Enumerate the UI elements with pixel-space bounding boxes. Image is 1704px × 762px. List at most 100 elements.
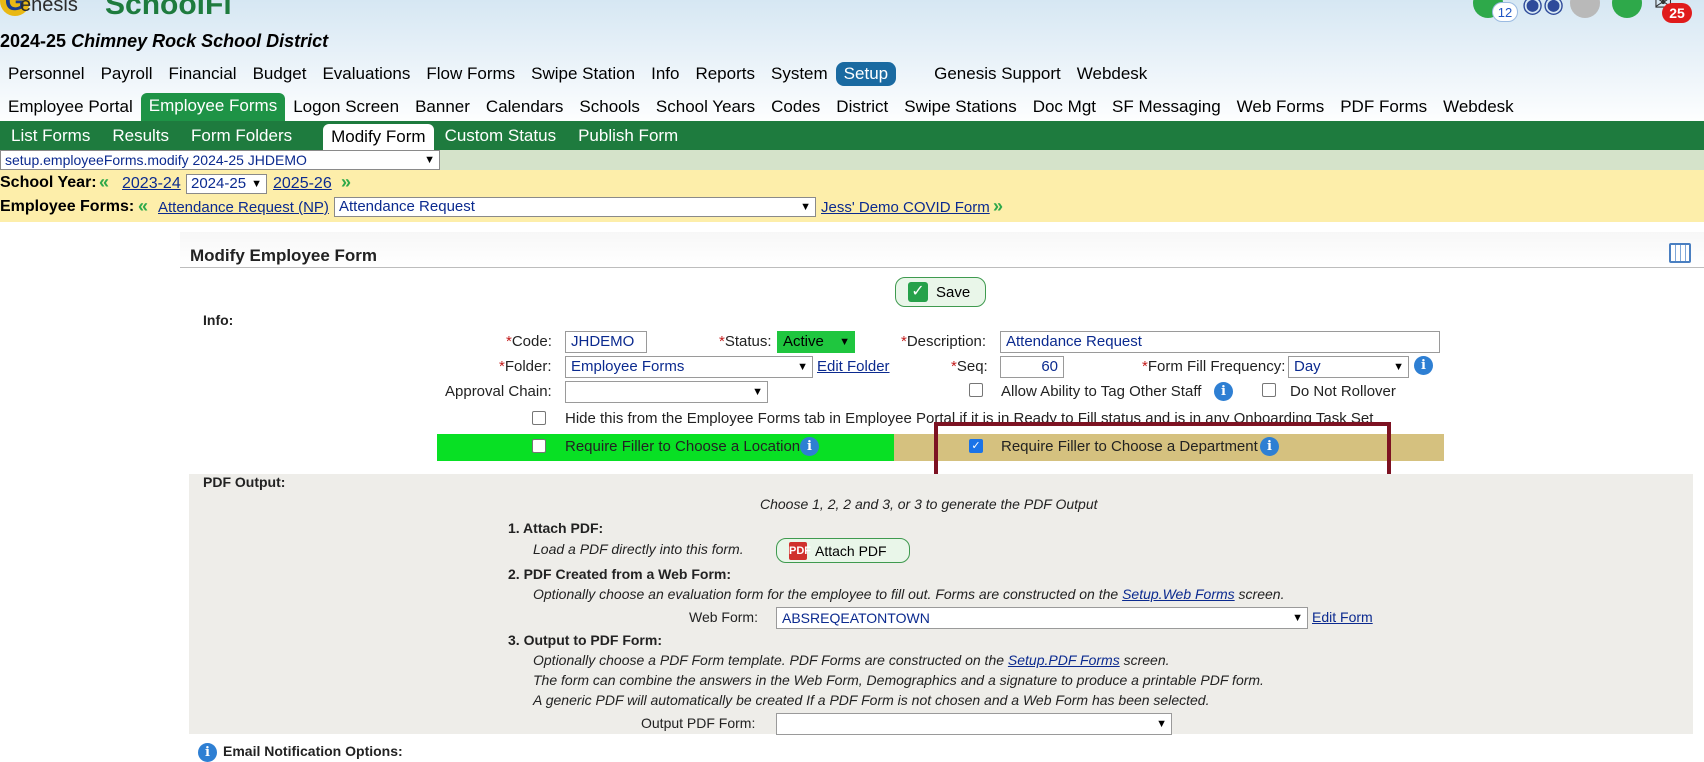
edit-form-link[interactable]: Edit Form — [1312, 609, 1373, 625]
pdf-output-intro: Choose 1, 2, 2 and 3, or 3 to generate t… — [760, 496, 1098, 512]
next-form-link[interactable]: Jess' Demo COVID Form — [821, 199, 990, 216]
product-logo-text: SchoolFi — [105, 0, 232, 21]
menu-reports[interactable]: Reports — [687, 61, 763, 87]
submenu-school-years[interactable]: School Years — [648, 94, 763, 120]
web-form-desc: Optionally choose an evaluation form for… — [533, 586, 1284, 602]
menu-flow-forms[interactable]: Flow Forms — [418, 61, 523, 87]
district-title: 2024-25 Chimney Rock School District — [0, 31, 328, 52]
web-form-title: 2. PDF Created from a Web Form: — [508, 566, 732, 582]
tab-form-folders[interactable]: Form Folders — [180, 124, 303, 148]
menu-budget[interactable]: Budget — [245, 61, 315, 87]
employee-form-value: Attendance Request — [339, 198, 475, 215]
menu-info[interactable]: Info — [643, 61, 687, 87]
description-field[interactable]: Attendance Request — [1000, 331, 1440, 353]
employee-form-select[interactable]: Attendance Request ▼ — [334, 197, 816, 217]
folder-select[interactable]: Employee Forms ▼ — [565, 356, 813, 378]
save-button[interactable]: ✓ Save — [895, 277, 986, 307]
web-form-desc-b: screen. — [1238, 586, 1285, 602]
next-form-icon[interactable]: » — [993, 196, 1003, 217]
output-pdf-form-select[interactable]: ▼ — [776, 713, 1172, 735]
submenu-webdesk[interactable]: Webdesk — [1435, 94, 1522, 120]
submenu-logon-screen[interactable]: Logon Screen — [285, 94, 407, 120]
school-year-select[interactable]: 2024-25 ▼ — [186, 174, 267, 194]
prev-form-link[interactable]: Attendance Request (NP) — [158, 199, 329, 216]
setup-pdf-forms-link[interactable]: Setup.PDF Forms — [1008, 652, 1120, 668]
seq-field[interactable]: 60 — [1000, 356, 1064, 378]
submenu-web-forms[interactable]: Web Forms — [1229, 94, 1333, 120]
calendar-icon[interactable] — [1669, 243, 1691, 263]
panel-header — [180, 232, 1704, 268]
code-field[interactable]: JHDEMO — [565, 331, 647, 353]
info-icon[interactable]: i — [1214, 382, 1233, 401]
seq-label-text: Seq: — [956, 358, 988, 375]
submenu-sf-messaging[interactable]: SF Messaging — [1104, 94, 1229, 120]
edit-folder-link[interactable]: Edit Folder — [817, 358, 890, 375]
status-select[interactable]: Active ▼ — [777, 331, 855, 353]
approval-chain-select[interactable]: ▼ — [565, 381, 768, 403]
submenu-employee-forms[interactable]: Employee Forms — [140, 92, 286, 121]
description-label-text: Description: — [906, 333, 987, 350]
binoculars-icon[interactable]: ◉◉ — [1522, 0, 1564, 19]
info-icon[interactable]: i — [800, 437, 819, 456]
menu-swipe-station[interactable]: Swipe Station — [523, 61, 643, 87]
screen-path-select[interactable]: setup.employeeForms.modify 2024-25 JHDEM… — [0, 150, 440, 170]
menu-setup[interactable]: Setup — [835, 62, 897, 86]
tab-modify-form[interactable]: Modify Form — [323, 123, 434, 151]
menu-financial[interactable]: Financial — [161, 61, 245, 87]
tab-custom-status[interactable]: Custom Status — [434, 124, 568, 148]
web-form-desc-a: Optionally choose an evaluation form for… — [533, 586, 1119, 602]
next-year-link[interactable]: 2025-26 — [273, 175, 332, 193]
submenu-calendars[interactable]: Calendars — [478, 94, 572, 120]
menu-payroll[interactable]: Payroll — [93, 61, 161, 87]
prev-year-link[interactable]: 2023-24 — [122, 175, 181, 193]
frequency-select[interactable]: Day ▼ — [1288, 356, 1409, 378]
submenu-swipe-stations[interactable]: Swipe Stations — [896, 94, 1024, 120]
output-pdf-form-label: Output PDF Form: — [641, 715, 756, 731]
status-label: *Status: — [719, 333, 772, 350]
menu-system[interactable]: System — [763, 61, 836, 87]
tab-results[interactable]: Results — [101, 124, 180, 148]
chevron-down-icon: ▼ — [424, 154, 435, 166]
submenu-employee-portal[interactable]: Employee Portal — [0, 94, 141, 120]
prev-form-icon[interactable]: « — [138, 196, 148, 217]
setup-web-forms-link[interactable]: Setup.Web Forms — [1122, 586, 1235, 602]
submenu-codes[interactable]: Codes — [763, 94, 828, 120]
page-title: Modify Employee Form — [190, 246, 378, 265]
employee-forms-tabs: List Forms Results Form Folders Modify F… — [0, 121, 1704, 151]
submenu-doc-mgt[interactable]: Doc Mgt — [1025, 94, 1104, 120]
tab-list-forms[interactable]: List Forms — [0, 124, 101, 148]
frequency-label-text: Form Fill Frequency: — [1147, 358, 1286, 375]
attach-pdf-label: Attach PDF — [815, 542, 887, 559]
next-year-icon[interactable]: » — [341, 172, 351, 193]
main-menu: Personnel Payroll Financial Budget Evalu… — [0, 60, 1155, 88]
info-icon[interactable]: i — [198, 743, 217, 762]
menu-webdesk[interactable]: Webdesk — [1069, 61, 1156, 87]
folder-label-text: Folder: — [504, 358, 552, 375]
chevron-down-icon: ▼ — [1292, 612, 1303, 624]
tag-staff-label: Allow Ability to Tag Other Staff — [1001, 383, 1202, 400]
hide-from-portal-checkbox[interactable] — [532, 411, 546, 425]
email-options-label: Email Notification Options: — [223, 743, 403, 759]
employee-forms-label: Employee Forms: — [0, 198, 135, 215]
submenu-schools[interactable]: Schools — [571, 94, 647, 120]
menu-genesis-support[interactable]: Genesis Support — [926, 61, 1069, 87]
tab-publish-form[interactable]: Publish Form — [567, 124, 689, 148]
tag-staff-checkbox[interactable] — [969, 383, 983, 397]
web-form-select[interactable]: ABSREQEATONTOWN ▼ — [776, 607, 1308, 629]
require-location-checkbox[interactable] — [532, 439, 546, 453]
menu-personnel[interactable]: Personnel — [0, 61, 93, 87]
status-label-text: Status: — [724, 333, 772, 350]
screen-path-value: setup.employeeForms.modify 2024-25 JHDEM… — [5, 152, 307, 168]
do-not-rollover-checkbox[interactable] — [1262, 383, 1276, 397]
submenu-district[interactable]: District — [828, 94, 896, 120]
info-icon[interactable]: i — [1414, 356, 1433, 375]
submenu-pdf-forms[interactable]: PDF Forms — [1332, 94, 1435, 120]
menu-evaluations[interactable]: Evaluations — [314, 61, 418, 87]
submenu-banner[interactable]: Banner — [407, 94, 478, 120]
chevron-down-icon: ▼ — [752, 386, 763, 398]
chevron-down-icon: ▼ — [800, 201, 811, 213]
attach-pdf-button[interactable]: PDF Attach PDF — [776, 538, 910, 563]
info-section-label: Info: — [203, 312, 234, 328]
output-pdf-line2: The form can combine the answers in the … — [533, 672, 1264, 688]
prev-year-icon[interactable]: « — [99, 172, 109, 193]
